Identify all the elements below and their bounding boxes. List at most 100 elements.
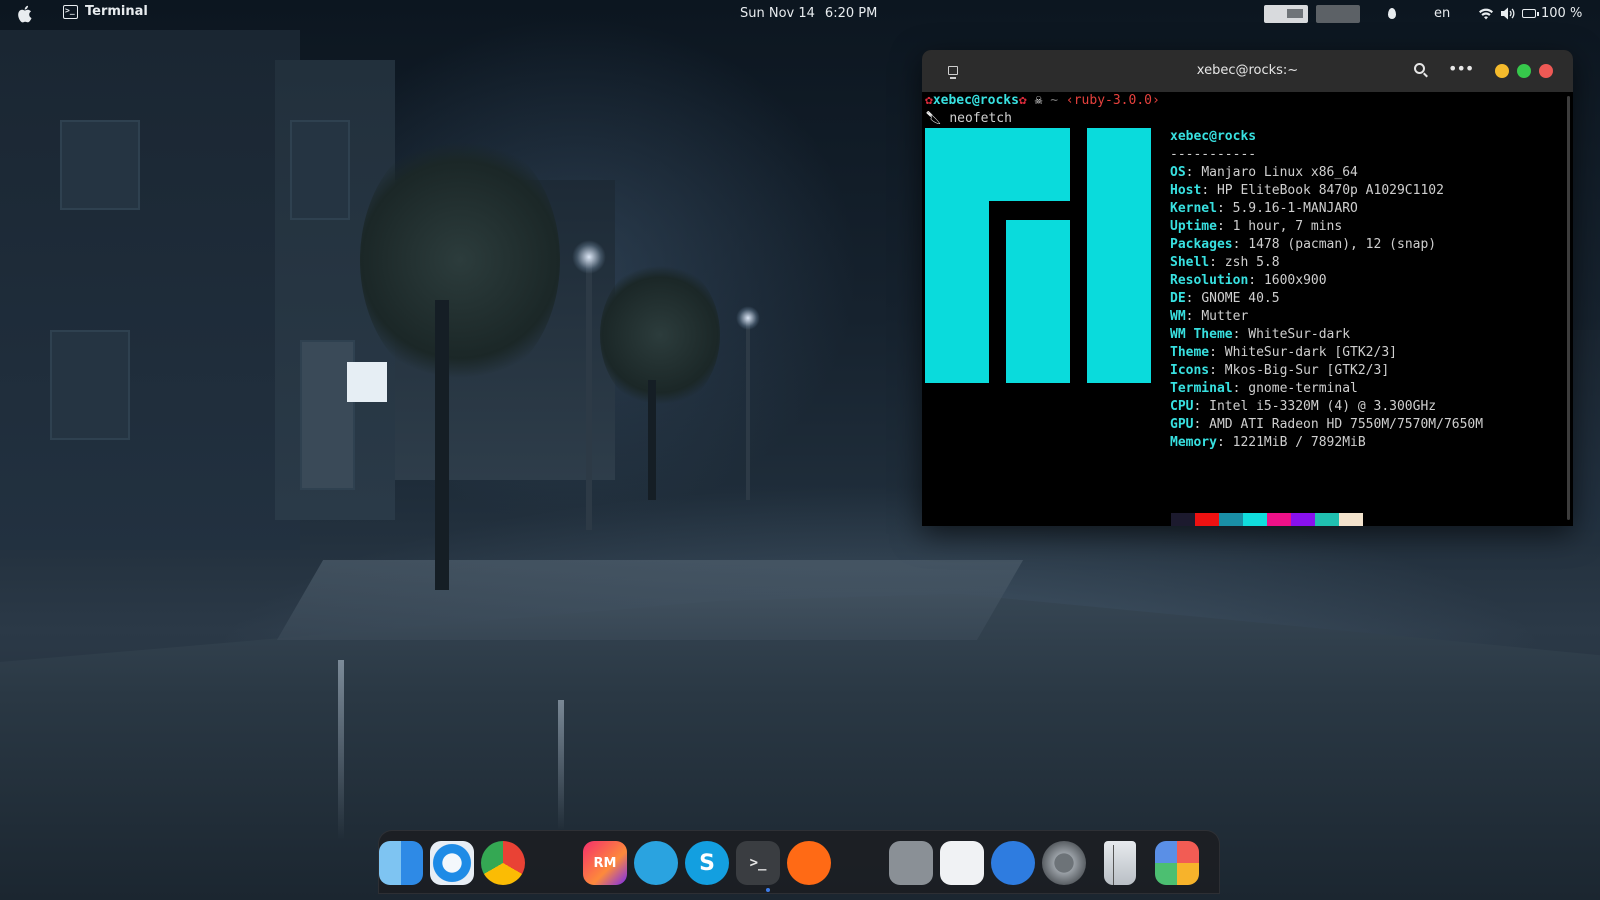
terminal-output[interactable]: ✿xebec@rocks✿ ☠ ~ ‹ruby-3.0.0› 🔪︎ neofet… bbox=[922, 92, 1565, 526]
wifi-icon[interactable] bbox=[1478, 7, 1494, 20]
podcast-mic-icon[interactable] bbox=[838, 841, 882, 885]
prompt-path: ~ bbox=[1050, 93, 1059, 108]
neofetch-info: xebec@rocks ----------- OS: Manjaro Linu… bbox=[1170, 128, 1483, 452]
app-menu[interactable]: >_ Terminal bbox=[63, 4, 148, 19]
neofetch-value: Intel i5-3320M (4) @ 3.300GHz bbox=[1209, 399, 1437, 414]
neofetch-key: CPU bbox=[1170, 399, 1194, 414]
neofetch-value: 1600x900 bbox=[1263, 273, 1327, 288]
telegram-icon[interactable] bbox=[634, 841, 678, 885]
color-swatch bbox=[1315, 513, 1339, 526]
neofetch-row: Shell: zsh 5.8 bbox=[1170, 255, 1280, 270]
neofetch-key: DE bbox=[1170, 291, 1186, 306]
neofetch-key: Uptime bbox=[1170, 219, 1217, 234]
color-swatch bbox=[1219, 513, 1243, 526]
neofetch-value: Mutter bbox=[1201, 309, 1249, 324]
neofetch-key: Kernel bbox=[1170, 201, 1217, 216]
color-picker-drop-icon[interactable] bbox=[1388, 8, 1396, 19]
neofetch-value: Manjaro Linux x86_64 bbox=[1201, 165, 1358, 180]
search-icon[interactable] bbox=[1414, 63, 1425, 74]
neofetch-row: WM Theme: WhiteSur-dark bbox=[1170, 327, 1351, 342]
neofetch-value: 5.9.16-1-MANJARO bbox=[1232, 201, 1358, 216]
command-line: 🔪︎ neofetch bbox=[925, 110, 1012, 128]
volume-icon[interactable] bbox=[1500, 7, 1516, 20]
close-button[interactable] bbox=[1539, 64, 1553, 78]
neofetch-value: WhiteSur-dark bbox=[1248, 327, 1351, 342]
neofetch-row: Terminal: gnome-terminal bbox=[1170, 381, 1358, 396]
neofetch-key: Host bbox=[1170, 183, 1202, 198]
neofetch-row: Icons: Mkos-Big-Sur [GTK2/3] bbox=[1170, 363, 1390, 378]
clock[interactable]: Sun Nov 14 6:20 PM bbox=[740, 6, 877, 21]
software-update-icon[interactable] bbox=[991, 841, 1035, 885]
neofetch-row: Memory: 1221MiB / 7892MiB bbox=[1170, 435, 1366, 450]
battery-icon[interactable] bbox=[1522, 9, 1539, 18]
neofetch-key: Shell bbox=[1170, 255, 1210, 270]
rose-glyph-icon: ✿ bbox=[1018, 93, 1027, 108]
neofetch-value: gnome-terminal bbox=[1248, 381, 1358, 396]
workspace-1[interactable] bbox=[1264, 5, 1308, 23]
neofetch-row: GPU: AMD ATI Radeon HD 7550M/7570M/7650M bbox=[1170, 417, 1484, 432]
neofetch-value: 1 hour, 7 mins bbox=[1232, 219, 1343, 234]
more-options-icon[interactable]: ••• bbox=[1448, 59, 1474, 78]
neofetch-row: Resolution: 1600x900 bbox=[1170, 273, 1327, 288]
apple-menu-icon[interactable] bbox=[16, 5, 32, 23]
neofetch-key: Icons bbox=[1170, 363, 1210, 378]
workspace-switcher bbox=[1264, 5, 1360, 23]
finder-icon[interactable] bbox=[379, 841, 423, 885]
terminal-scrollbar[interactable] bbox=[1567, 96, 1570, 520]
terminal-icon[interactable]: >_ bbox=[736, 841, 780, 885]
neofetch-value: 1221MiB / 7892MiB bbox=[1232, 435, 1366, 450]
knife-icon: 🔪︎ bbox=[925, 111, 942, 126]
neofetch-key: Resolution bbox=[1170, 273, 1249, 288]
running-indicator bbox=[766, 888, 770, 892]
neofetch-key: WM bbox=[1170, 309, 1186, 324]
neofetch-key: Terminal bbox=[1170, 381, 1233, 396]
terminal-titlebar[interactable]: xebec@rocks:~ ••• bbox=[922, 50, 1573, 92]
maximize-button[interactable] bbox=[1517, 64, 1531, 78]
color-swatch bbox=[1291, 513, 1315, 526]
neofetch-value: AMD ATI Radeon HD 7550M/7570M/7650M bbox=[1209, 417, 1484, 432]
clock-date: Sun Nov 14 bbox=[740, 6, 815, 21]
neofetch-key: Theme bbox=[1170, 345, 1210, 360]
vm-icon[interactable] bbox=[889, 841, 933, 885]
neofetch-row: WM: Mutter bbox=[1170, 309, 1249, 324]
terminal-window[interactable]: xebec@rocks:~ ••• ✿xebec@rocks✿ ☠ ~ ‹rub… bbox=[922, 50, 1573, 526]
color-palette bbox=[1171, 513, 1363, 526]
terminal-app-icon: >_ bbox=[63, 4, 78, 19]
minimize-button[interactable] bbox=[1495, 64, 1509, 78]
trash-icon[interactable] bbox=[1104, 841, 1136, 885]
clock-time: 6:20 PM bbox=[824, 6, 878, 21]
command-text: neofetch bbox=[949, 111, 1012, 126]
system-settings-icon[interactable] bbox=[1042, 841, 1086, 885]
workspace-2[interactable] bbox=[1316, 5, 1360, 23]
color-swatch bbox=[1243, 513, 1267, 526]
neofetch-fields: OS: Manjaro Linux x86_64 Host: HP EliteBo… bbox=[1170, 164, 1483, 452]
prompt-ruby-version: ‹ruby-3.0.0› bbox=[1065, 93, 1160, 108]
neofetch-value: 1478 (pacman), 12 (snap) bbox=[1248, 237, 1437, 252]
neofetch-key: GPU bbox=[1170, 417, 1194, 432]
launchpad-icon[interactable] bbox=[1155, 841, 1199, 885]
color-swatch bbox=[1267, 513, 1291, 526]
safari-icon[interactable] bbox=[430, 841, 474, 885]
keyboard-layout-indicator[interactable]: en bbox=[1434, 6, 1450, 21]
shell-prompt: ✿xebec@rocks✿ ☠ ~ ‹ruby-3.0.0› bbox=[925, 92, 1160, 110]
prompt-user-host: xebec@rocks bbox=[932, 93, 1019, 108]
chrome-icon[interactable] bbox=[481, 841, 525, 885]
screenshot-icon[interactable] bbox=[940, 841, 984, 885]
soundcloud-icon[interactable] bbox=[787, 841, 831, 885]
neofetch-row: CPU: Intel i5-3320M (4) @ 3.300GHz bbox=[1170, 399, 1437, 414]
dock: RM S >_ bbox=[378, 830, 1220, 894]
rubymine-icon[interactable]: RM bbox=[583, 841, 627, 885]
battery-percentage[interactable]: 100 % bbox=[1541, 6, 1582, 21]
color-swatch bbox=[1339, 513, 1363, 526]
neofetch-separator: ----------- bbox=[1170, 147, 1257, 162]
vscode-icon[interactable] bbox=[532, 841, 576, 885]
color-swatch bbox=[1195, 513, 1219, 526]
dock-separator bbox=[1113, 845, 1114, 885]
neofetch-row: Kernel: 5.9.16-1-MANJARO bbox=[1170, 201, 1358, 216]
neofetch-value: GNOME 40.5 bbox=[1201, 291, 1280, 306]
neofetch-row: Host: HP EliteBook 8470p A1029C1102 bbox=[1170, 183, 1444, 198]
neofetch-value: zsh 5.8 bbox=[1224, 255, 1280, 270]
skype-icon[interactable]: S bbox=[685, 841, 729, 885]
lit-shop-sign bbox=[347, 362, 387, 402]
rose-glyph-icon: ✿ bbox=[925, 93, 933, 108]
